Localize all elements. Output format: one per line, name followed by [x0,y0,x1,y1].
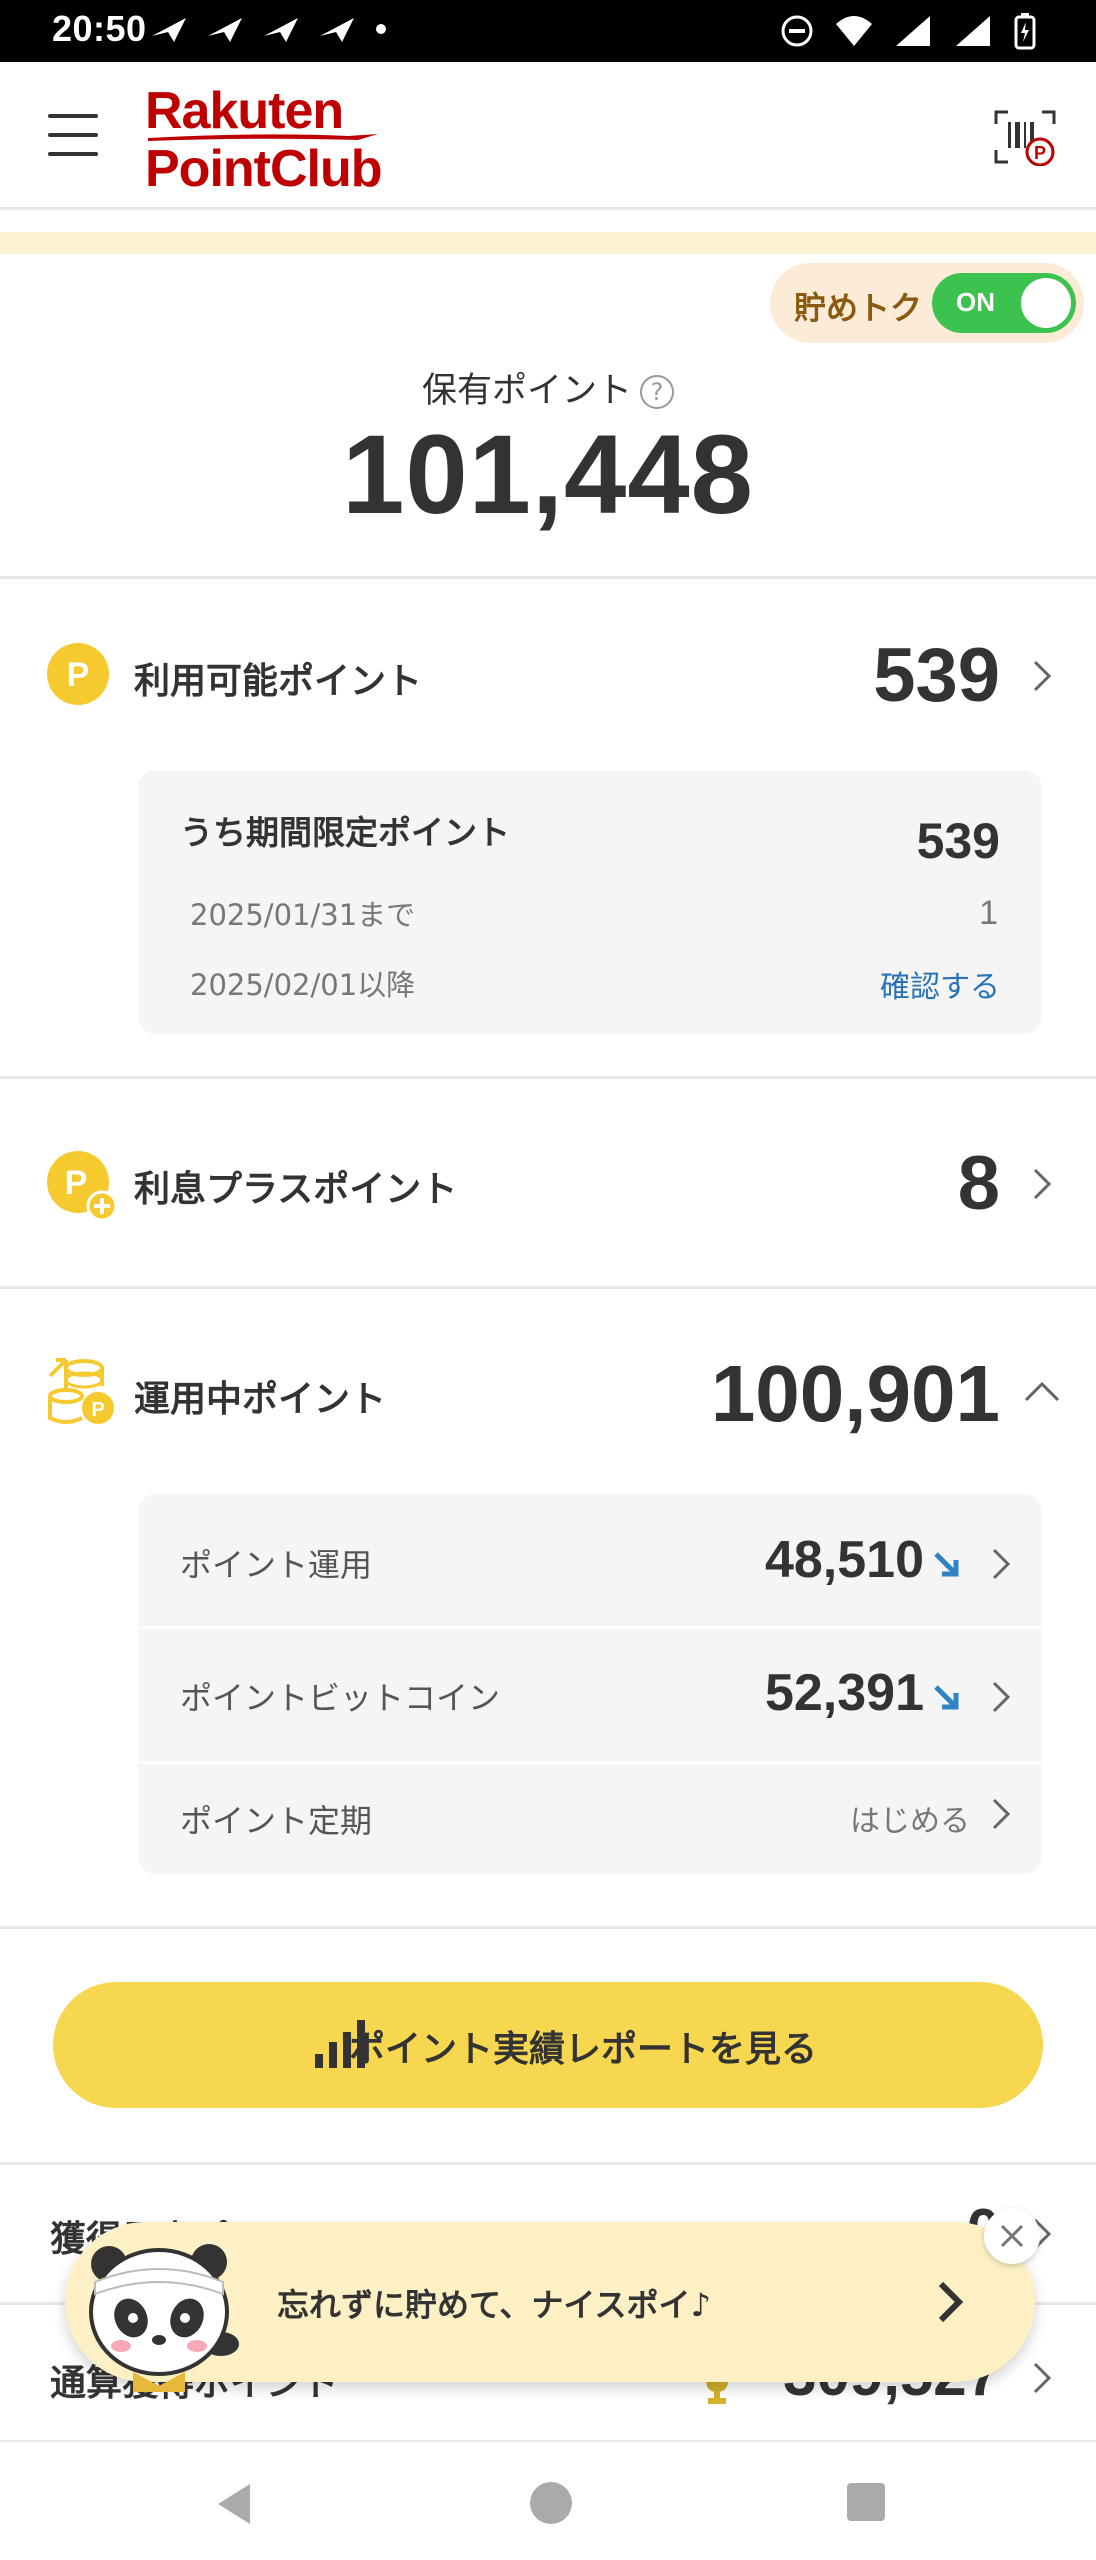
confirm-link[interactable]: 確認する [880,962,1000,1006]
point-report-label: ポイント実績レポートを見る [348,2029,817,2070]
total-points-value: 101,448 [342,412,754,537]
app-header: Rakuten PointClub P [0,62,1096,210]
chevron-right-icon [1033,1168,1052,1200]
divider [0,1926,1096,1929]
signal-icon [956,16,990,46]
hamburger-icon-line [48,133,98,137]
point-investment-row[interactable]: ポイント運用 48,510 [138,1494,1042,1626]
promo-banner[interactable]: 忘れずに貯めて、ナイスポイ♪ [65,2222,1035,2392]
divider [0,1076,1096,1079]
tame-toku-toggle[interactable]: 貯めトク ON [770,263,1084,343]
point-card-barcode-icon[interactable]: P [994,110,1056,166]
chevron-right-icon [1033,660,1052,692]
chevron-right-icon [992,1548,1011,1580]
back-icon[interactable] [214,2482,254,2526]
system-navigation-bar [0,2440,1096,2560]
menu-button[interactable] [48,114,98,156]
svg-text:P: P [91,1399,104,1421]
rakuten-pointclub-logo[interactable]: Rakuten PointClub [145,82,383,198]
battery-icon [1014,13,1036,50]
divider [0,2162,1096,2165]
point-bitcoin-row[interactable]: ポイントビットコイン 52,391 [138,1629,1042,1761]
help-icon[interactable]: ? [640,375,674,409]
paper-plane-icon [320,18,354,42]
paper-plane-icon [264,18,298,42]
point-bitcoin-label: ポイントビットコイン [180,1679,501,1717]
point-coin-icon: P [47,643,109,705]
investing-points-title: 運用中ポイント [134,1379,387,1420]
tame-toku-label: 貯めトク [794,289,923,327]
toggle-state-label: ON [956,287,995,317]
svg-text:P: P [67,656,90,694]
expiry-value-1: 1 [979,894,998,932]
coin-stack-icon: P [48,1358,114,1424]
chevron-right-icon [992,1681,1011,1713]
investing-points-value: 100,901 [710,1349,1000,1438]
expiry-date-2: 2025/02/01以降 [190,968,416,1002]
svg-text:P: P [1034,143,1046,163]
wifi-icon [836,16,872,46]
notification-icons [150,14,388,44]
point-investment-value: 48,510 [764,1531,924,1589]
recents-icon[interactable] [846,2482,886,2522]
interest-coin-icon: P [47,1151,118,1222]
interest-points-value: 8 [957,1141,1000,1226]
investing-details-card: ポイント運用 48,510 ポイントビットコイン 52,391 ポイント定期 は… [138,1494,1042,1874]
banner-close-button[interactable] [984,2208,1040,2264]
chevron-right-icon [1033,2362,1052,2394]
trend-down-arrow-icon [934,1552,959,1577]
limited-points-card: うち期間限定ポイント 539 2025/01/31まで 1 2025/02/01… [138,770,1042,1034]
home-icon[interactable] [528,2480,574,2526]
total-points-title: 保有ポイント [421,371,632,411]
available-points-value: 539 [873,633,1000,718]
toggle-knob [1021,278,1071,328]
expiry-date-1: 2025/01/31まで [190,898,416,932]
logo-line2: PointClub [145,140,383,198]
limited-points-value: 539 [916,813,1000,869]
point-report-button[interactable]: ポイント実績レポートを見る [53,1982,1043,2108]
logo-swoosh-icon [148,134,378,141]
interest-points-title: 利息プラスポイント [134,1169,458,1210]
available-points-title: 利用可能ポイント [134,661,423,702]
start-link[interactable]: はじめる [850,1796,970,1840]
point-bitcoin-value: 52,391 [764,1664,924,1722]
svg-text:P: P [65,1164,88,1202]
do-not-disturb-icon [781,15,813,47]
status-time: 20:50 [52,8,147,49]
trend-down-arrow-icon [934,1685,959,1710]
signal-icon [896,16,930,46]
limited-points-title: うち期間限定ポイント [180,813,510,852]
close-icon [1000,2224,1024,2248]
total-points-label: 保有ポイント? [0,362,1096,413]
hamburger-icon-line [48,114,98,118]
chevron-right-icon [938,2281,964,2323]
hamburger-icon-line [48,152,98,156]
divider [0,1286,1096,1289]
dot-icon [376,24,386,34]
notice-band [0,232,1096,254]
system-icons [780,12,1036,50]
point-investment-label: ポイント運用 [180,1546,373,1584]
paper-plane-icon [152,18,186,42]
banner-message: 忘れずに貯めて、ナイスポイ♪ [277,2286,711,2324]
point-deposit-row[interactable]: ポイント定期 はじめる [138,1764,1042,1874]
panda-mascot-icon [89,2244,239,2392]
divider [0,576,1096,579]
chevron-up-icon[interactable] [1022,1380,1062,1404]
status-bar: 20:50 [0,0,1096,62]
chevron-right-icon [992,1798,1011,1830]
toggle-switch[interactable]: ON [932,273,1076,333]
paper-plane-icon [208,18,242,42]
point-deposit-label: ポイント定期 [180,1802,373,1840]
